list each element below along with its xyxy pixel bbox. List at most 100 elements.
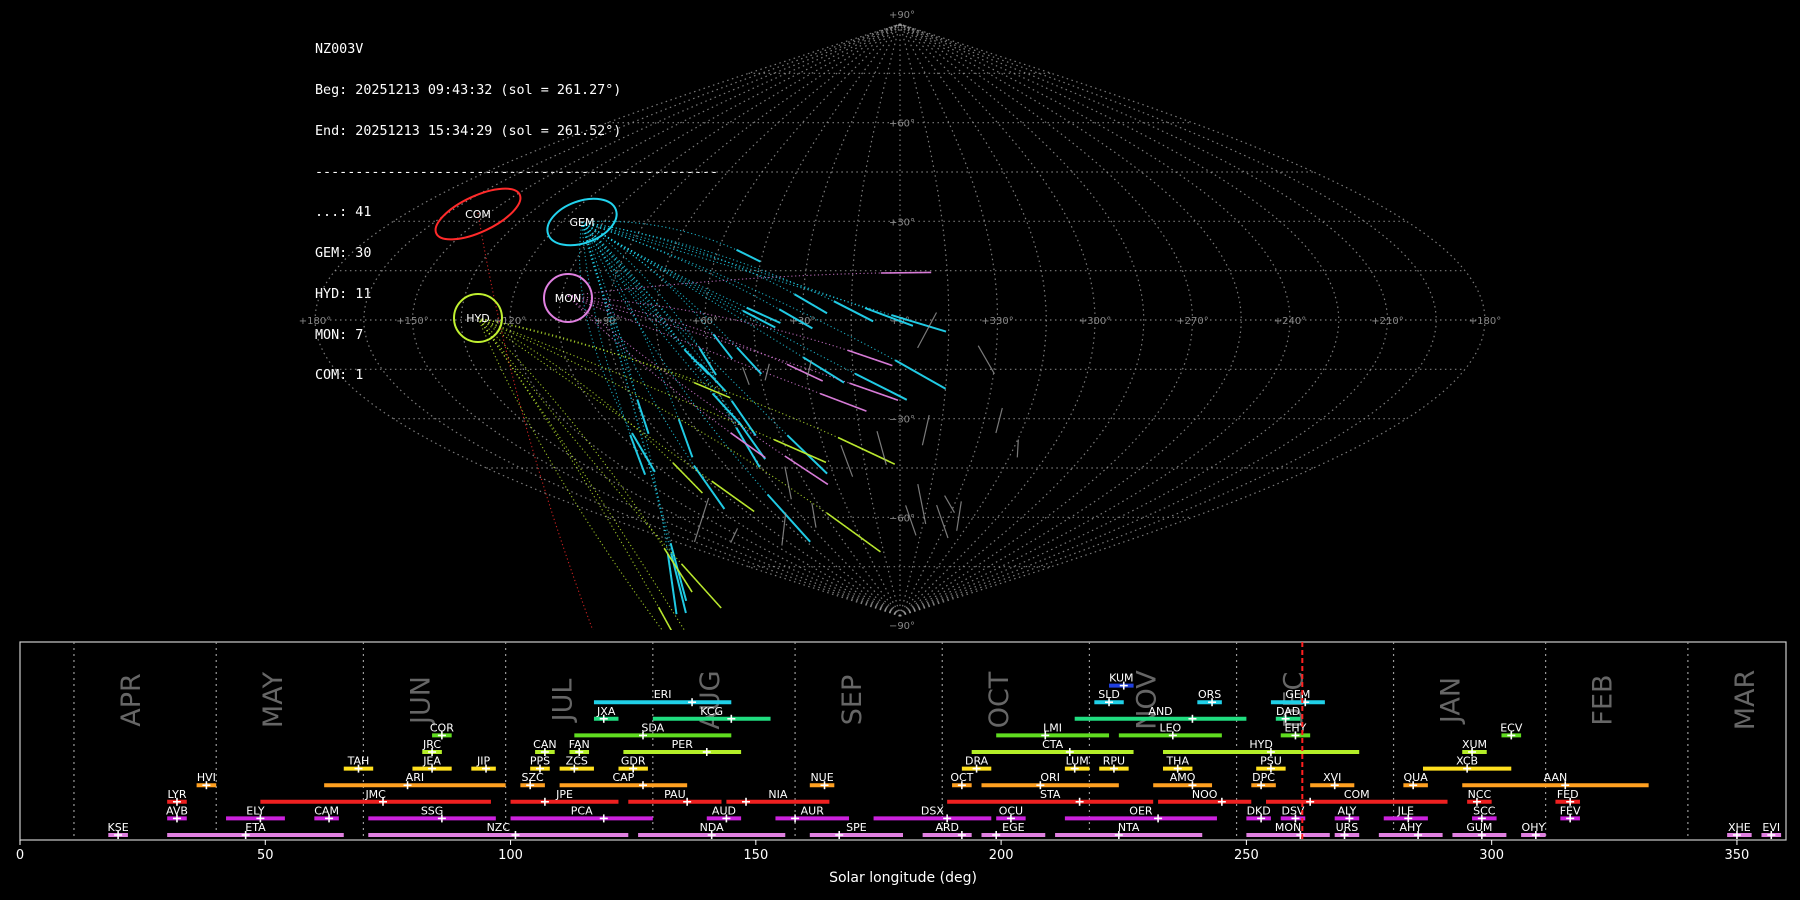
shower-bar-ocu: OCU [996, 804, 1026, 823]
sporadic-segment [944, 495, 956, 514]
shower-code-label: EGE [1002, 821, 1024, 834]
shower-code-label: CAN [533, 738, 556, 751]
shower-bar-fed: FED [1555, 788, 1580, 806]
shower-bar-gdr: GDR [618, 755, 648, 773]
shower-code-label: NZC [487, 821, 511, 834]
meteor-segment [894, 359, 947, 390]
shower-code-label: CAM [314, 804, 339, 817]
shower-code-label: ARD [935, 821, 959, 834]
month-label: FEB [1588, 674, 1619, 725]
shower-bar-oct: OCT [950, 771, 974, 790]
shower-bar-rpu: RPU [1099, 755, 1129, 773]
shower-code-label: NDA [700, 821, 725, 834]
shower-code-label: RPU [1103, 755, 1125, 768]
shower-code-label: GEM [1285, 688, 1310, 701]
meteor-segment [736, 248, 761, 263]
x-tick-label: 200 [989, 848, 1014, 863]
shower-bar-eta: ETA [167, 821, 344, 839]
shower-code-label: ARI [406, 771, 424, 784]
latitude-tick-label: +90° [889, 10, 915, 21]
shower-bar-sda: SDA [574, 721, 732, 740]
shower-code-label: SLD [1098, 688, 1120, 701]
shower-code-label: THA [1165, 755, 1189, 768]
shower-code-label: ELY [246, 804, 265, 817]
month-label: MAY [258, 671, 289, 728]
shower-code-label: SSG [421, 804, 444, 817]
shower-bar-ari: ARI [324, 771, 506, 790]
shower-bar-ely: ELY [226, 804, 285, 823]
shower-code-label: JIP [476, 755, 490, 768]
shower-code-label: OHY [1522, 821, 1546, 834]
shower-bar-lmi: LMI [996, 721, 1110, 740]
shower-bar-ori: ORI [981, 771, 1119, 790]
shower-bar-nia: NIA [726, 788, 830, 806]
shower-code-label: PCA [571, 804, 593, 817]
sporadic-segment [917, 483, 927, 525]
shower-bar-tha: THA [1162, 755, 1193, 773]
shower-code-label: AAN [1544, 771, 1568, 784]
shower-code-label: XUM [1462, 738, 1487, 751]
latitude-tick-label: −90° [889, 621, 915, 630]
shower-code-label: NUE [810, 771, 833, 784]
shower-code-label: ERI [654, 688, 672, 701]
meteor-segment [833, 300, 874, 323]
shower-bar-spe: SPE [809, 821, 903, 839]
shower-bar-pau: PAU [628, 788, 722, 806]
shower-bar-pps: PPS [530, 755, 550, 773]
sporadic-segment [876, 431, 887, 465]
shower-bar-aly: ALY [1334, 804, 1360, 823]
x-tick-label: 250 [1234, 848, 1259, 863]
shower-bar-cap: CAP [559, 771, 688, 790]
shower-bar-ard: ARD [922, 821, 972, 839]
shower-bar-avb: AVB [166, 804, 188, 823]
longitude-tick-label: +300° [1079, 316, 1111, 327]
shower-code-label: JEA [422, 755, 441, 768]
longitude-tick-label: +240° [1274, 316, 1306, 327]
shower-code-label: KCG [700, 705, 723, 718]
shower-bar-nta: NTA [1055, 821, 1203, 839]
sporadic-segment [811, 503, 817, 528]
sporadic-segment [784, 466, 792, 500]
shower-bar-kcg: KCG [652, 705, 771, 723]
shower-bar-per: PER [623, 738, 742, 756]
radiant-sky-map: +180°+150°+120°+90°+60°+30°+0°+330°+300°… [299, 10, 1501, 630]
shower-bar-lyr: LYR [167, 788, 187, 806]
shower-code-label: ZCS [566, 755, 588, 768]
shower-code-label: SZC [522, 771, 545, 784]
shower-code-label: JRC [422, 738, 441, 751]
shower-code-label: HYD [1249, 738, 1272, 751]
month-label: MAR [1730, 670, 1761, 731]
shower-bar-leo: LEO [1118, 721, 1222, 740]
shower-bar-ecv: ECV [1500, 721, 1523, 740]
latitude-tick-label: −30° [889, 415, 915, 426]
meteor-path [477, 317, 685, 630]
shower-bar-scc: SCC [1472, 804, 1497, 823]
shower-code-label: OER [1129, 804, 1153, 817]
shower-code-label: CTA [1042, 738, 1064, 751]
shower-bar-xvi: XVI [1310, 771, 1355, 790]
shower-bar-can: CAN [533, 738, 557, 756]
radiant-label: COM [465, 208, 491, 221]
shower-code-label: JMC [364, 788, 386, 801]
shower-code-label: LMI [1043, 721, 1062, 734]
shower-bar-jpe: JPE [510, 788, 619, 806]
meteor-path [567, 295, 823, 382]
shower-code-label: NIA [768, 788, 787, 801]
shower-code-label: XVI [1323, 771, 1341, 784]
longitude-tick-label: +60° [692, 316, 718, 327]
meteor-segment [847, 349, 893, 367]
shower-code-label: SCC [1473, 804, 1496, 817]
shower-code-label: JLE [1397, 804, 1414, 817]
meteor-segment [854, 372, 908, 401]
shower-bar-ors: ORS [1197, 688, 1222, 707]
shower-code-label: XHE [1728, 821, 1751, 834]
shower-code-label: CAP [612, 771, 634, 784]
meridian-line [363, 23, 901, 617]
meteor-path [477, 317, 722, 609]
meteor-path [567, 271, 932, 297]
shower-bar-hvi: HVI [196, 771, 217, 790]
shower-code-label: NOO [1192, 788, 1218, 801]
shower-bar-dad: DAD [1275, 705, 1301, 723]
sporadic-segment [995, 407, 1003, 434]
shower-code-label: AUD [712, 804, 736, 817]
